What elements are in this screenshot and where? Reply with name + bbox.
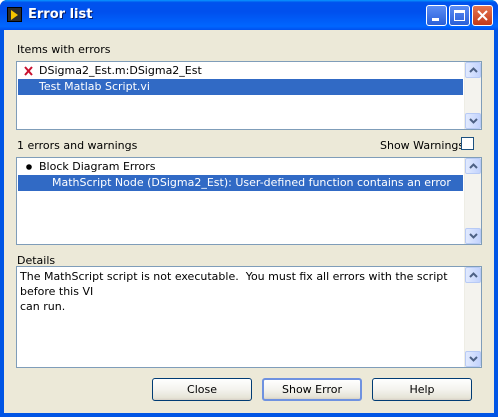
maximize-button[interactable] bbox=[449, 5, 470, 26]
details-text: The MathScript script is not executable.… bbox=[20, 270, 448, 313]
items-with-errors-label: Items with errors bbox=[17, 43, 111, 56]
list-item[interactable]: MathScript Node (DSigma2_Est): User-defi… bbox=[18, 175, 463, 191]
chevron-down-icon bbox=[469, 233, 478, 239]
scroll-up-button[interactable] bbox=[465, 267, 481, 283]
labview-app-icon[interactable] bbox=[7, 7, 22, 22]
scroll-down-button[interactable] bbox=[465, 113, 481, 129]
chevron-down-icon bbox=[469, 118, 478, 124]
scroll-down-button[interactable] bbox=[465, 351, 481, 367]
scroll-up-button[interactable] bbox=[465, 158, 481, 174]
chevron-up-icon bbox=[469, 67, 478, 73]
window-title: Error list bbox=[28, 7, 93, 22]
errors-list[interactable]: Block Diagram Errors MathScript Node (DS… bbox=[16, 157, 482, 245]
error-message-label: MathScript Node (DSigma2_Est): User-defi… bbox=[52, 176, 451, 189]
minimize-button[interactable] bbox=[426, 5, 447, 26]
items-scrollbar[interactable] bbox=[464, 62, 481, 129]
error-category-label: Block Diagram Errors bbox=[39, 160, 156, 173]
items-list[interactable]: DSigma2_Est.m:DSigma2_Est Test Matlab Sc… bbox=[16, 61, 482, 130]
maximize-icon bbox=[454, 10, 465, 21]
error-list-window: Error list Items with errors DSigma2_Est… bbox=[0, 0, 498, 417]
errors-count-label: 1 errors and warnings bbox=[17, 139, 138, 152]
scroll-up-button[interactable] bbox=[465, 62, 481, 78]
dialog-body: Items with errors DSigma2_Est.m:DSigma2_… bbox=[4, 30, 494, 413]
chevron-up-icon bbox=[469, 272, 478, 278]
close-window-button[interactable] bbox=[472, 5, 493, 26]
chevron-down-icon bbox=[469, 356, 478, 362]
errors-scrollbar[interactable] bbox=[464, 158, 481, 244]
chevron-up-icon bbox=[469, 163, 478, 169]
scroll-down-button[interactable] bbox=[465, 228, 481, 244]
title-bar[interactable]: Error list bbox=[0, 0, 498, 30]
close-button[interactable]: Close bbox=[152, 378, 252, 401]
minimize-icon bbox=[432, 18, 439, 21]
show-warnings-label[interactable]: Show Warnings bbox=[380, 139, 464, 152]
error-x-icon bbox=[24, 66, 33, 76]
item-label: Test Matlab Script.vi bbox=[39, 80, 150, 93]
show-error-button[interactable]: Show Error bbox=[262, 378, 362, 401]
close-icon bbox=[477, 10, 488, 21]
details-box[interactable]: The MathScript script is not executable.… bbox=[16, 266, 482, 368]
list-item[interactable]: DSigma2_Est.m:DSigma2_Est bbox=[18, 63, 463, 79]
list-item[interactable]: Test Matlab Script.vi bbox=[18, 79, 463, 95]
details-scrollbar[interactable] bbox=[464, 267, 481, 367]
show-warnings-checkbox[interactable] bbox=[461, 137, 474, 150]
item-label: DSigma2_Est.m:DSigma2_Est bbox=[39, 64, 202, 77]
list-item[interactable]: Block Diagram Errors bbox=[18, 159, 463, 175]
bullet-icon bbox=[26, 164, 32, 170]
help-button[interactable]: Help bbox=[372, 378, 472, 401]
